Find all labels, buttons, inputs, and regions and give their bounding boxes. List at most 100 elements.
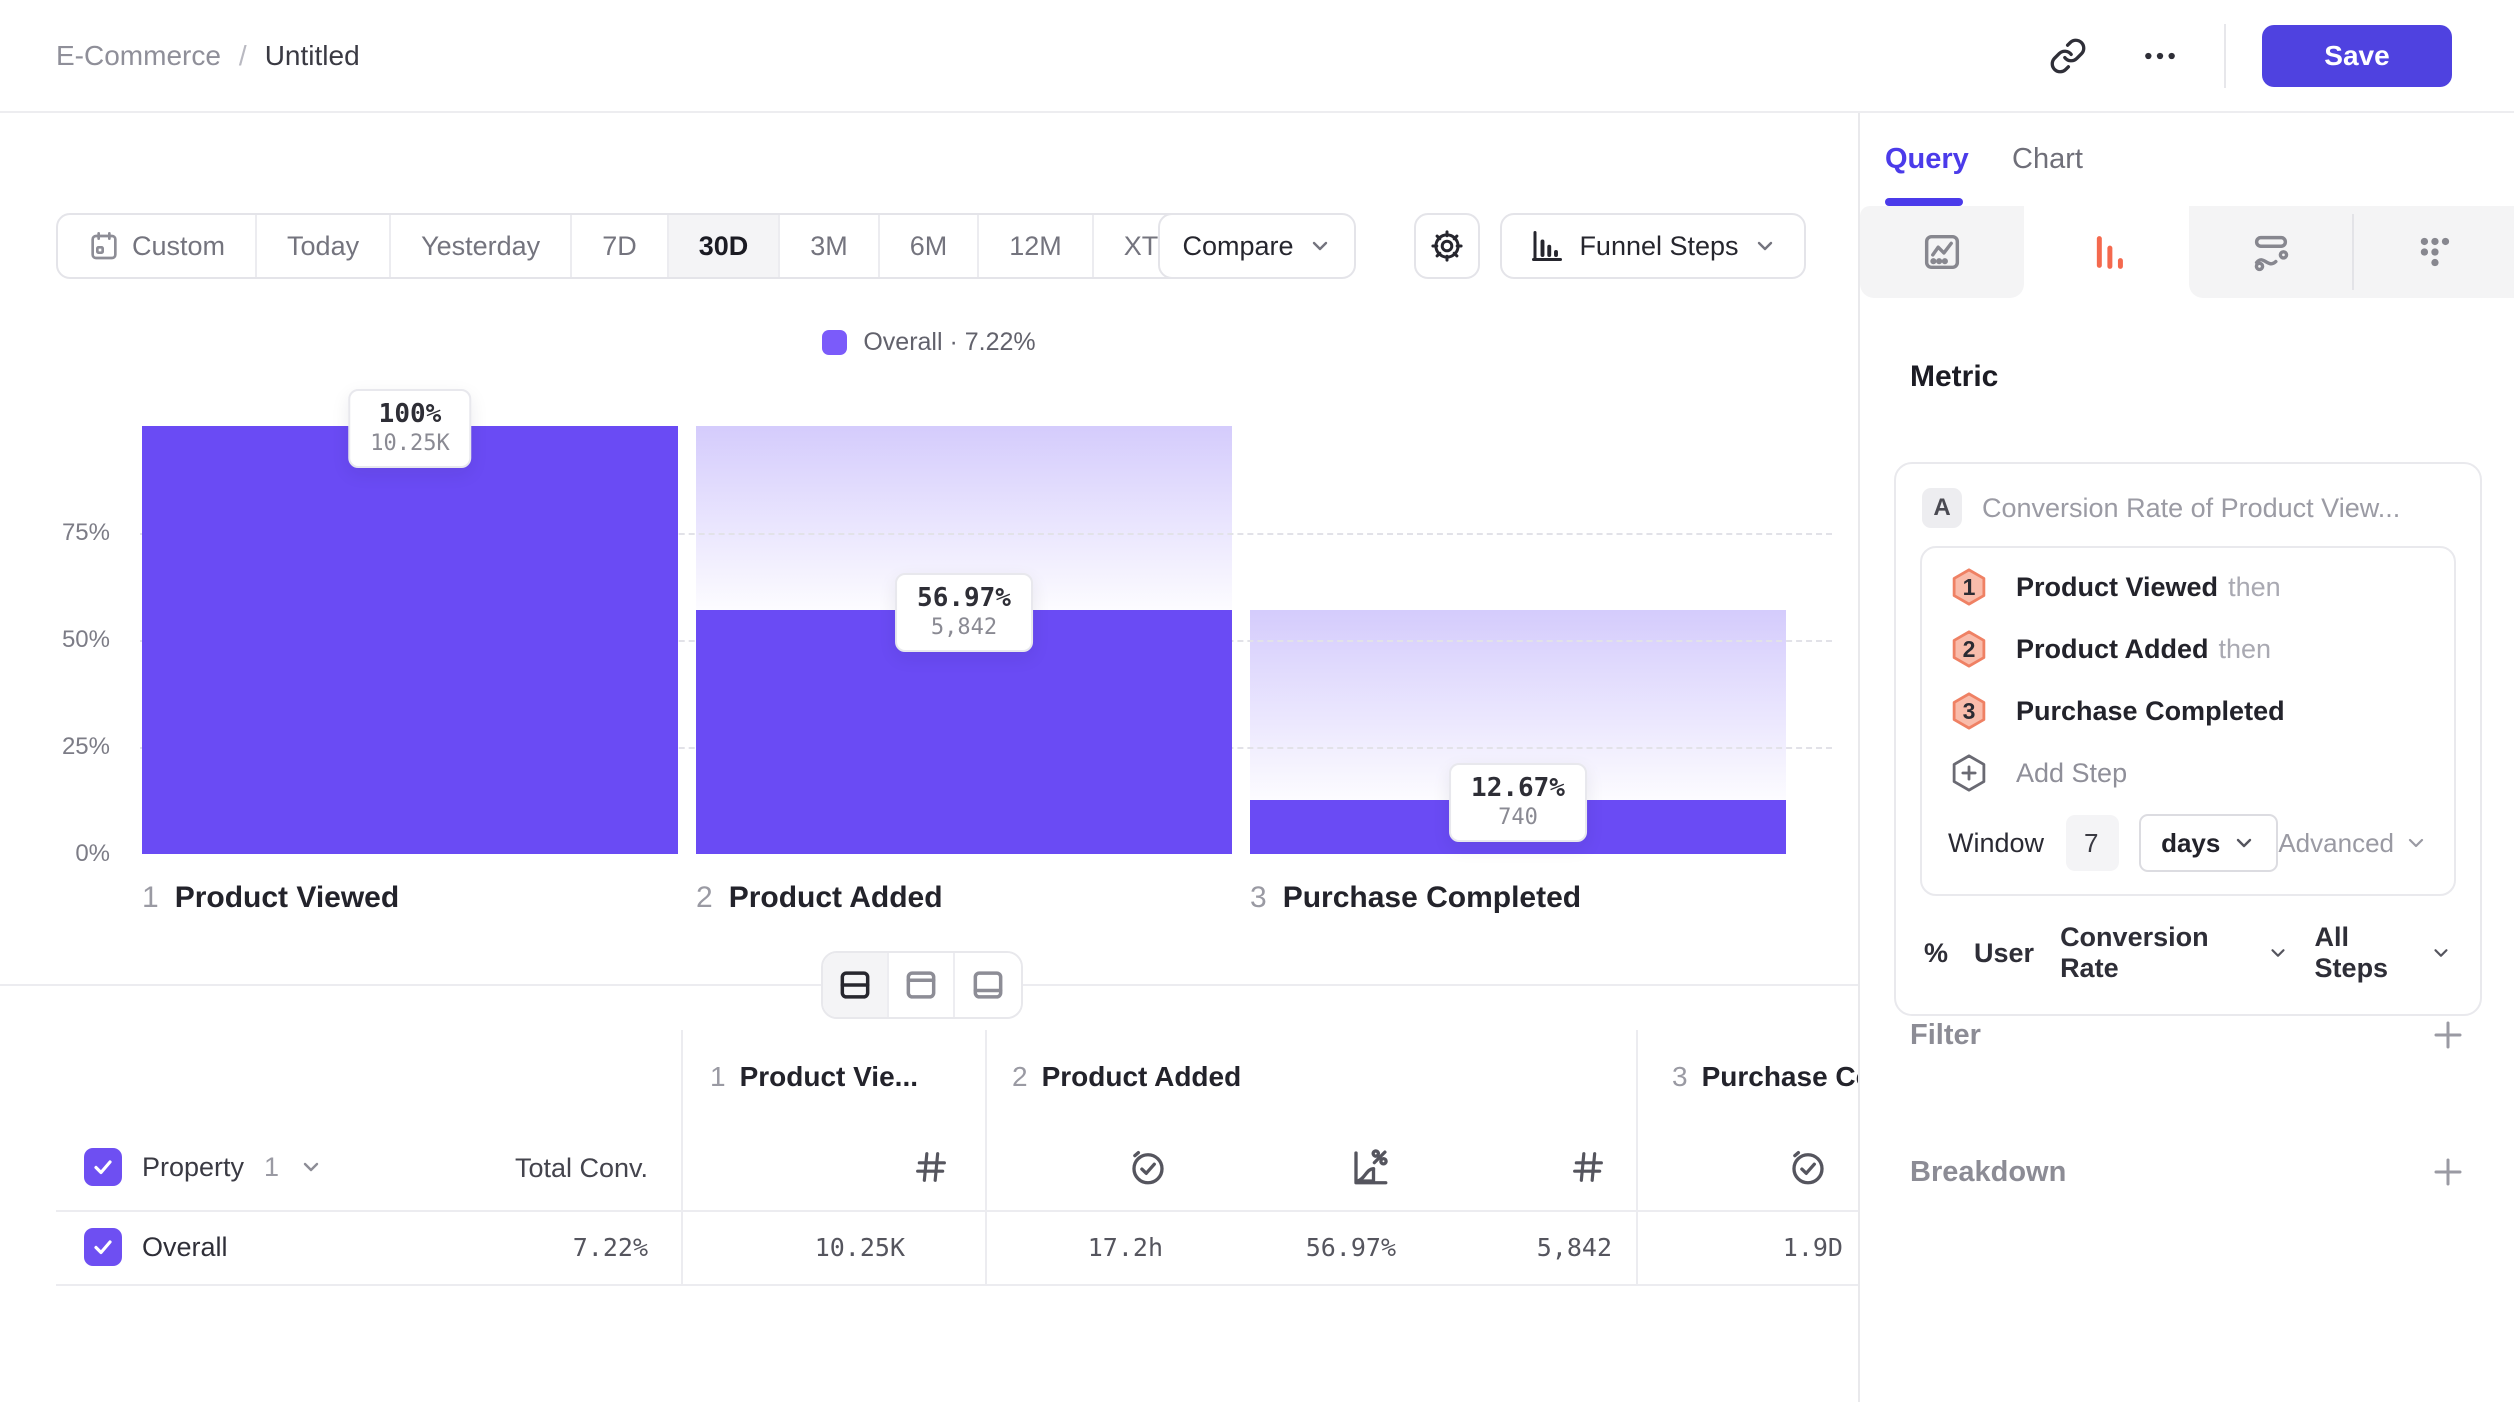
step-hexagon-badge: 1 [1948,566,1990,608]
breakdown-section: Breakdown [1910,1142,2466,1202]
advanced-toggle[interactable]: Advanced [2278,828,2428,859]
window-unit-select[interactable]: days [2139,814,2278,872]
table-row-divider [56,1210,1858,1212]
total-conv-header[interactable]: Total Conv. [420,1153,648,1184]
select-all-checkbox[interactable] [84,1148,122,1186]
add-step-label: Add Step [2016,758,2127,789]
breakdown-label: Breakdown [1910,1156,2066,1189]
window-value-input[interactable]: 7 [2066,815,2119,871]
table-group-header-2: 2 Product Added [1012,1061,1241,1093]
group-number: 2 [1012,1061,1028,1093]
funnel-bar-step-2: 56.97% 5,842 [696,426,1232,854]
clock-check-icon[interactable] [1122,1141,1174,1193]
row-label: Overall [142,1232,228,1263]
dots-grid-icon [2411,229,2457,275]
view-chart-only-button[interactable] [889,953,955,1017]
tooltip-percent: 100% [370,399,449,429]
counting-unit[interactable]: User [1974,938,2034,969]
cell-step2-time: 17.2h [1000,1217,1163,1277]
hash-icon[interactable] [905,1141,957,1193]
retention-flow-icon [2248,229,2294,275]
bar-segment[interactable] [142,426,678,854]
x-axis-label-3[interactable]: 3 Purchase Completed [1250,881,1581,915]
x-axis-label-2[interactable]: 2 Product Added [696,881,943,915]
tab-insights-chart[interactable] [1860,206,2024,298]
row-checkbox[interactable] [84,1228,122,1266]
sidebar-tab-bar: Query Chart [1860,113,2514,206]
measurement-select[interactable]: Conversion Rate [2060,922,2288,984]
measurement-label: Conversion Rate [2060,922,2257,984]
chart-only-view-icon [902,966,940,1004]
metric-card: A Conversion Rate of Product View... 1 P… [1894,462,2482,1016]
property-number: 1 [264,1152,279,1183]
query-step-3[interactable]: 3 Purchase Completed [1922,680,2454,742]
tab-journeys-chart[interactable] [2352,206,2514,298]
advanced-label: Advanced [2278,828,2394,859]
metric-heading: Metric [1910,360,1998,394]
main-content: Custom Today Yesterday 7D 30D 3M 6M 12M … [0,113,1858,1402]
tab-retention-chart[interactable] [2189,206,2352,298]
step-badge-number: 1 [1963,574,1976,601]
query-step-1[interactable]: 1 Product Viewedthen [1922,556,2454,618]
tab-funnel-chart[interactable] [2024,206,2189,298]
bar-value-tooltip: 56.97% 5,842 [895,573,1033,652]
chart-percent-icon[interactable] [1344,1141,1396,1193]
more-options-button[interactable] [2132,28,2188,84]
step-number: 1 [142,881,159,915]
metric-series-row[interactable]: A Conversion Rate of Product View... [1896,464,2480,546]
conversion-window-row: Window 7 days Advanced [1922,804,2454,894]
add-filter-button[interactable] [2430,1017,2466,1053]
group-name: Product Vie... [740,1061,918,1093]
cell-step2-count: 5,842 [1430,1217,1612,1277]
query-sidebar: Query Chart [1858,113,2514,1402]
chevron-down-icon[interactable] [299,1155,323,1179]
group-number: 1 [710,1061,726,1093]
view-split-button[interactable] [823,953,889,1017]
chart-type-strip [1860,206,2514,298]
property-label[interactable]: Property [142,1152,244,1183]
top-bar: E-Commerce / Untitled [0,0,2514,113]
steps-scope-label: All Steps [2315,922,2421,984]
y-axis-tick: 0% [20,840,110,868]
save-button[interactable]: Save [2262,25,2452,87]
step-event-name: Purchase Completed [2016,696,2285,726]
cell-step2-conv: 56.97% [1210,1217,1396,1277]
breadcrumb-project[interactable]: E-Commerce [56,40,221,72]
tooltip-count: 10.25K [370,431,449,456]
split-view-icon [836,966,874,1004]
measured-as-percent[interactable]: % [1924,938,1948,969]
funnel-bars-icon [2084,229,2130,275]
y-axis-tick: 50% [20,626,110,654]
breadcrumb-separator: / [239,40,247,72]
share-link-button[interactable] [2040,28,2096,84]
cell-step1-count: 10.25K [700,1217,905,1277]
table-column-divider [681,1030,683,1284]
view-table-only-button[interactable] [955,953,1021,1017]
x-axis-label-1[interactable]: 1 Product Viewed [142,881,399,915]
line-chart-icon [1919,229,1965,275]
tab-chart[interactable]: Chart [2012,113,2083,206]
step-event-name: Product Viewed [2016,572,2218,602]
query-step-2[interactable]: 2 Product Addedthen [1922,618,2454,680]
table-group-header-1: 1 Product Vie... [710,1061,918,1093]
page-title[interactable]: Untitled [265,40,360,72]
step-name: Product Added [729,881,943,915]
add-breakdown-button[interactable] [2430,1154,2466,1190]
breadcrumb: E-Commerce / Untitled [56,0,360,111]
filter-label: Filter [1910,1019,1981,1052]
add-step-hexagon-icon [1948,752,1990,794]
top-actions: Save [2040,0,2452,111]
step-hexagon-badge: 2 [1948,628,1990,670]
tooltip-count: 740 [1471,805,1565,830]
clock-check-icon[interactable] [1782,1141,1834,1193]
filter-section: Filter [1910,1005,2466,1065]
tooltip-count: 5,842 [917,615,1011,640]
hash-icon[interactable] [1562,1141,1614,1193]
add-step-button[interactable]: Add Step [1922,742,2454,804]
group-number: 3 [1672,1061,1688,1093]
window-label: Window [1948,828,2044,859]
link-icon [2049,37,2087,75]
steps-scope-select[interactable]: All Steps [2315,922,2452,984]
tab-query[interactable]: Query [1885,113,1969,206]
x-axis-labels: 1 Product Viewed 2 Product Added 3 Purch… [0,881,1858,927]
